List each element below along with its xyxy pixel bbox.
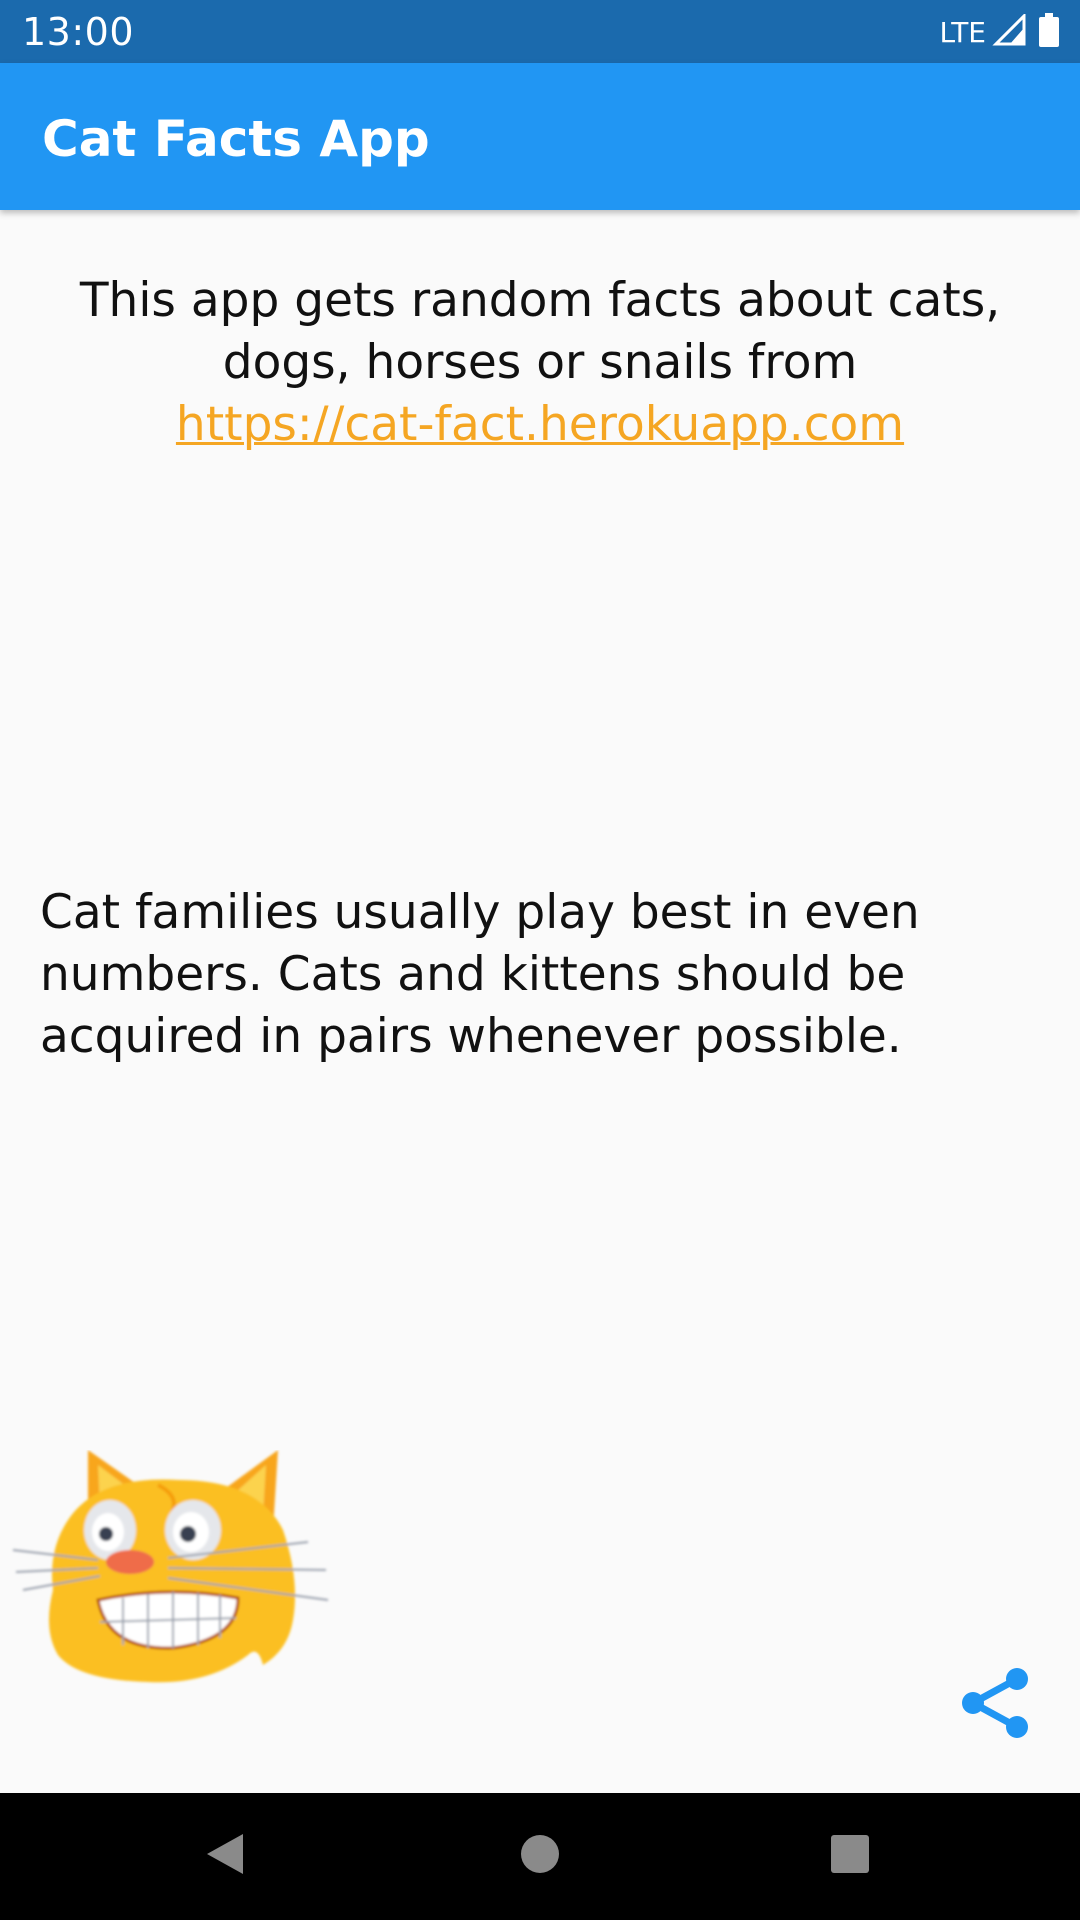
- status-bar: 13:00 LTE: [0, 0, 1080, 63]
- status-icons: LTE: [939, 11, 1060, 52]
- grinning-cat-icon[interactable]: [8, 1450, 338, 1690]
- recents-square-icon: [828, 1832, 872, 1881]
- intro-text: This app gets random facts about cats, d…: [40, 270, 1040, 456]
- recents-button[interactable]: [790, 1793, 910, 1920]
- home-circle-icon: [518, 1832, 562, 1881]
- share-button[interactable]: [950, 1660, 1040, 1750]
- source-link[interactable]: https://cat-fact.herokuapp.com: [176, 397, 904, 452]
- network-type: LTE: [939, 15, 986, 49]
- fact-text: Cat families usually play best in even n…: [40, 885, 920, 1064]
- system-navigation-bar: [0, 1793, 1080, 1920]
- signal-icon: [992, 11, 1026, 51]
- home-button[interactable]: [480, 1793, 600, 1920]
- intro-description: This app gets random facts about cats, d…: [79, 273, 1001, 390]
- back-triangle-icon: [203, 1830, 247, 1883]
- status-time: 13:00: [22, 10, 135, 54]
- back-button[interactable]: [165, 1793, 285, 1920]
- battery-icon: [1038, 12, 1060, 52]
- app-title: Cat Facts App: [42, 110, 430, 168]
- app-bar: Cat Facts App: [0, 63, 1080, 210]
- share-icon: [955, 1663, 1035, 1748]
